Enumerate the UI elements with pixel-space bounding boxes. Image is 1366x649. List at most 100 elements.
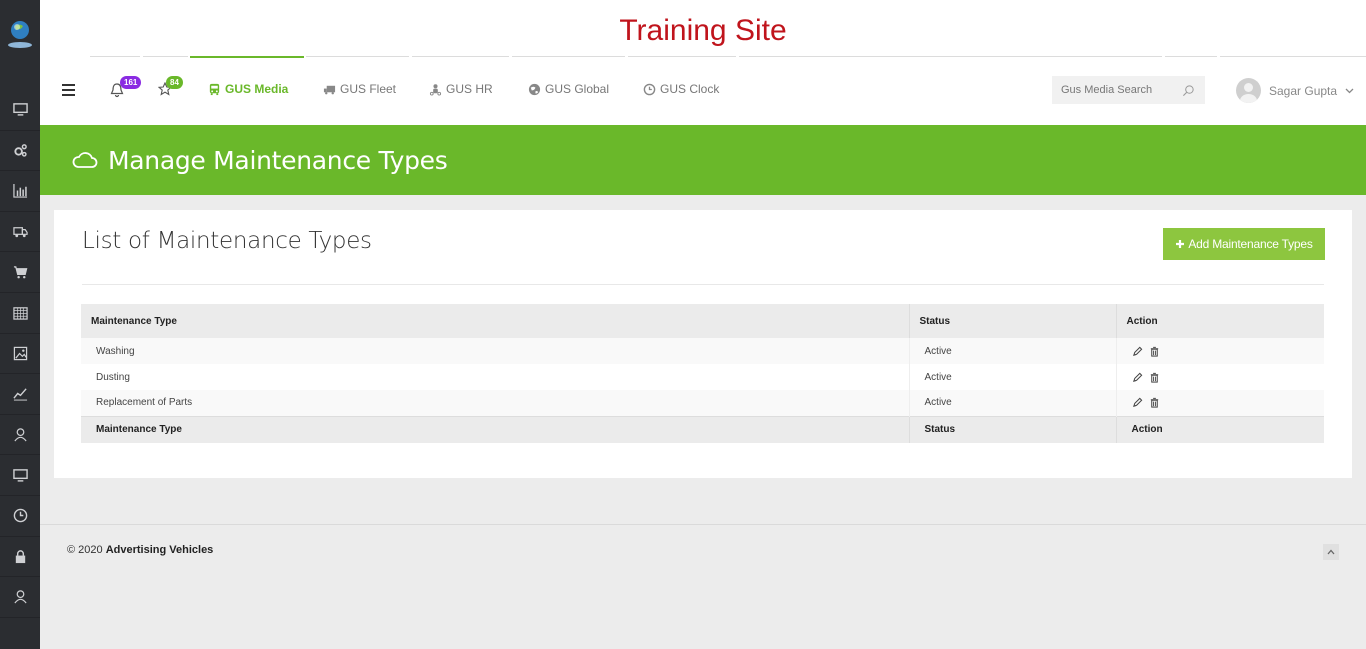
menu-toggle-icon[interactable] — [62, 84, 75, 96]
user-icon — [13, 590, 27, 604]
edit-pencil-icon[interactable] — [1132, 346, 1143, 357]
app-logo[interactable] — [0, 0, 40, 64]
edit-pencil-icon[interactable] — [1132, 372, 1143, 383]
lock-icon — [15, 550, 25, 563]
sidebar-item-vehicles[interactable] — [0, 212, 40, 253]
line-chart-icon — [12, 388, 27, 401]
sidebar-item-settings[interactable] — [0, 131, 40, 172]
nav-divider — [143, 56, 188, 57]
sidebar-item-gallery[interactable] — [0, 334, 40, 375]
gears-icon — [13, 144, 27, 157]
nav-tab-label: GUS Global — [545, 82, 610, 96]
nav-divider — [512, 56, 625, 57]
nav-divider — [739, 56, 1162, 57]
truck-icon — [323, 85, 336, 94]
cell-status: Active — [909, 390, 1117, 416]
plus-icon — [1176, 240, 1185, 248]
sidebar-item-analytics[interactable] — [0, 374, 40, 415]
cell-type: Washing — [81, 338, 910, 364]
maintenance-types-table: Maintenance Type Status Action Washing A… — [81, 304, 1324, 443]
cell-type: Dusting — [81, 364, 910, 390]
trash-icon[interactable] — [1149, 397, 1160, 408]
desktop-icon — [12, 468, 28, 482]
favorites-button[interactable]: 84 — [157, 76, 183, 101]
footer-copyright: © 2020 Advertising Vehicles — [67, 544, 213, 556]
nav-tab-label: GUS Clock — [660, 82, 720, 96]
nav-tab-label: GUS Media — [225, 82, 289, 96]
sidebar-nav — [0, 90, 40, 618]
globe-icon — [528, 83, 541, 95]
table-footer-row: Maintenance Type Status Action — [81, 415, 1324, 443]
globe-logo-icon — [8, 21, 32, 48]
scroll-to-top-button[interactable] — [1323, 544, 1339, 560]
panel-divider — [82, 284, 1324, 285]
footer-column-status: Status — [909, 415, 1117, 443]
clock-icon — [13, 508, 27, 523]
nav-tab-gus-global[interactable]: GUS Global — [528, 82, 609, 96]
bus-icon — [209, 83, 220, 95]
nav-divider — [1220, 56, 1366, 57]
avatar — [1236, 78, 1261, 103]
notifications-badge: 161 — [120, 76, 142, 89]
bar-chart-icon — [12, 184, 27, 199]
nav-tab-label: GUS Fleet — [340, 82, 397, 96]
sidebar-item-clock[interactable] — [0, 496, 40, 537]
cell-actions — [1116, 390, 1324, 416]
cell-actions — [1116, 364, 1324, 390]
page-header-bar: Manage Maintenance Types — [40, 125, 1366, 195]
cell-status: Active — [909, 364, 1117, 390]
column-header-status[interactable]: Status — [909, 304, 1117, 338]
nav-tab-gus-hr[interactable]: GUS HR — [429, 82, 493, 96]
add-button-label: Add Maintenance Types — [1188, 237, 1313, 251]
cell-actions — [1116, 338, 1324, 364]
nav-tab-label: GUS HR — [446, 82, 493, 96]
main-panel: List of Maintenance Types Add Maintenanc… — [54, 210, 1352, 478]
nav-divider — [628, 56, 736, 57]
top-nav: 161 84 GUS Media GUS Fleet GUS HR GUS Gl… — [40, 74, 1366, 108]
chevron-up-icon — [1327, 549, 1335, 555]
search-box — [1052, 76, 1205, 104]
people-icon — [429, 83, 442, 96]
footer-column-action: Action — [1116, 415, 1324, 443]
cloud-icon — [72, 152, 98, 168]
search-input[interactable] — [1061, 84, 1179, 96]
sidebar-item-screens[interactable] — [0, 455, 40, 496]
page-title: Manage Maintenance Types — [108, 145, 448, 175]
sidebar-item-reports[interactable] — [0, 171, 40, 212]
nav-divider — [90, 56, 140, 57]
nav-divider — [412, 56, 509, 57]
table-row: Dusting Active — [81, 364, 1324, 390]
cell-type: Replacement of Parts — [81, 390, 910, 416]
nav-divider — [1165, 56, 1217, 57]
sidebar-item-shop[interactable] — [0, 252, 40, 293]
monitor-icon — [12, 103, 28, 116]
top-header: Training Site 161 84 GUS Media GUS Fleet… — [40, 0, 1366, 125]
table-row: Replacement of Parts Active — [81, 390, 1324, 416]
search-icon[interactable] — [1182, 84, 1195, 97]
nav-tab-gus-fleet[interactable]: GUS Fleet — [323, 82, 396, 96]
image-icon — [13, 346, 27, 361]
add-maintenance-type-button[interactable]: Add Maintenance Types — [1163, 228, 1325, 260]
trash-icon[interactable] — [1149, 372, 1160, 383]
footer-divider — [40, 524, 1366, 525]
company-name: Advertising Vehicles — [105, 544, 214, 556]
notifications-button[interactable]: 161 — [110, 76, 142, 103]
calendar-icon — [12, 307, 28, 320]
sidebar-item-dashboard[interactable] — [0, 90, 40, 131]
user-name: Sagar Gupta — [1269, 83, 1338, 98]
cell-status: Active — [909, 338, 1117, 364]
user-menu[interactable]: Sagar Gupta — [1236, 78, 1354, 103]
edit-pencil-icon[interactable] — [1132, 397, 1143, 408]
truck-icon — [12, 227, 28, 238]
sidebar-item-users[interactable] — [0, 415, 40, 456]
nav-divider — [306, 56, 409, 57]
column-header-type[interactable]: Maintenance Type — [81, 304, 910, 338]
nav-tab-gus-media[interactable]: GUS Media — [208, 82, 288, 96]
cart-icon — [13, 265, 27, 279]
nav-tab-gus-clock[interactable]: GUS Clock — [643, 82, 719, 96]
trash-icon[interactable] — [1149, 346, 1160, 357]
sidebar-item-security[interactable] — [0, 537, 40, 578]
sidebar-item-calendar[interactable] — [0, 293, 40, 334]
sidebar-item-profile[interactable] — [0, 577, 40, 618]
left-sidebar — [0, 0, 40, 649]
